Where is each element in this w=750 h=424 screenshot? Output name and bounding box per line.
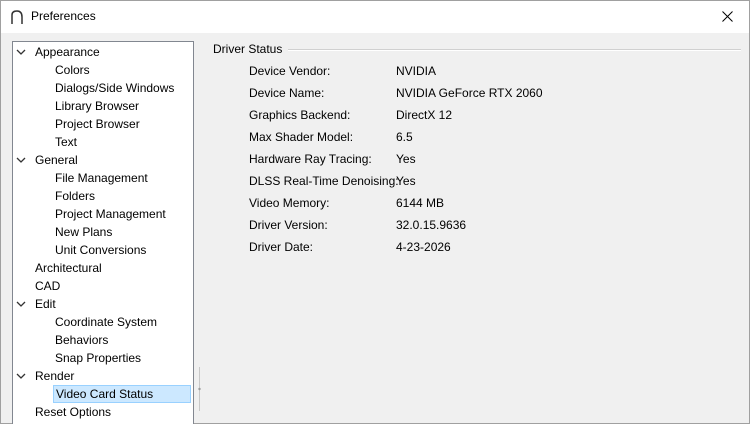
tree-item-label: File Management — [55, 171, 148, 185]
tree-item[interactable]: Coordinate System — [13, 313, 193, 331]
chevron-down-icon[interactable] — [16, 299, 26, 309]
tree-item[interactable]: Reset Options — [13, 403, 193, 421]
close-button[interactable] — [705, 1, 749, 32]
info-key: Graphics Backend: — [249, 108, 351, 122]
info-row: Device Vendor: NVIDIA — [249, 64, 739, 82]
app-icon — [11, 10, 23, 24]
tree-item-label: Project Browser — [55, 117, 140, 131]
tree-item-label: Project Management — [55, 207, 166, 221]
info-value: 4-23-2026 — [396, 240, 451, 254]
tree-item-label: Dialogs/Side Windows — [55, 81, 175, 95]
tree-item[interactable]: Colors — [13, 61, 193, 79]
chevron-down-icon[interactable] — [16, 371, 26, 381]
info-row: Device Name: NVIDIA GeForce RTX 2060 — [249, 86, 739, 104]
info-key: Device Vendor: — [249, 64, 331, 78]
info-row: Video Memory: 6144 MB — [249, 196, 739, 214]
info-value: 32.0.15.9636 — [396, 218, 467, 232]
info-value: NVIDIA GeForce RTX 2060 — [396, 86, 543, 100]
tree-item-label: Architectural — [35, 261, 102, 275]
info-row: DLSS Real-Time Denoising: Yes — [249, 174, 739, 192]
tree-item-label: Library Browser — [55, 99, 140, 113]
tree-item[interactable]: Project Management — [13, 205, 193, 223]
chevron-down-icon[interactable] — [16, 155, 26, 165]
info-key: Video Memory: — [249, 196, 330, 210]
tree-item[interactable]: Snap Properties — [13, 349, 193, 367]
category-tree[interactable]: Appearance Colors Dialogs/Side Windows Libr… — [12, 41, 194, 424]
splitter-grip[interactable] — [198, 367, 201, 411]
tree-item[interactable]: New Plans — [13, 223, 193, 241]
info-value: Yes — [396, 152, 416, 166]
tree-item-label: New Plans — [55, 225, 113, 239]
tree-item-label: Colors — [55, 63, 90, 77]
info-row: Driver Date: 4-23-2026 — [249, 240, 739, 258]
info-key: DLSS Real-Time Denoising: — [249, 174, 399, 188]
title-bar[interactable]: Preferences — [1, 1, 749, 33]
info-key: Driver Version: — [249, 218, 328, 232]
tree-item[interactable]: File Management — [13, 169, 193, 187]
tree-item[interactable]: Behaviors — [13, 331, 193, 349]
tree-item[interactable]: Dialogs/Side Windows — [13, 79, 193, 97]
tree-item-label: Coordinate System — [55, 315, 158, 329]
info-row: Max Shader Model: 6.5 — [249, 130, 739, 148]
tree-item[interactable]: Project Browser — [13, 115, 193, 133]
info-value: 6144 MB — [396, 196, 445, 210]
info-row: Hardware Ray Tracing: Yes — [249, 152, 739, 170]
info-key: Hardware Ray Tracing: — [249, 152, 372, 166]
tree-item-label: Reset Options — [35, 405, 112, 419]
tree-item-label: General — [35, 153, 78, 167]
info-value: 6.5 — [396, 130, 413, 144]
tree-item[interactable]: Video Card Status — [13, 385, 193, 403]
tree-item-label: Behaviors — [55, 333, 109, 347]
tree-item[interactable]: Appearance — [13, 43, 193, 61]
info-value: Yes — [396, 174, 416, 188]
tree-item-label: CAD — [35, 279, 61, 293]
info-value: NVIDIA — [396, 64, 437, 78]
tree-item[interactable]: Folders — [13, 187, 193, 205]
tree-item-label: Video Card Status — [53, 385, 191, 403]
info-key: Max Shader Model: — [249, 130, 354, 144]
tree-item-label: Unit Conversions — [55, 243, 147, 257]
info-row: Driver Version: 32.0.15.9636 — [249, 218, 739, 236]
preferences-window: Preferences Appearance Colors Dialogs/Side… — [0, 0, 750, 424]
tree-item[interactable]: Text — [13, 133, 193, 151]
tree-item-label: Text — [55, 135, 78, 149]
chevron-down-icon[interactable] — [16, 47, 26, 57]
tree-item-label: Folders — [55, 189, 96, 203]
close-icon — [721, 11, 733, 22]
tree-item[interactable]: Unit Conversions — [13, 241, 193, 259]
tree-item-label: Edit — [35, 297, 56, 311]
info-key: Driver Date: — [249, 240, 314, 254]
info-key: Device Name: — [249, 86, 325, 100]
section-divider — [288, 49, 741, 51]
info-value: DirectX 12 — [396, 108, 453, 122]
tree-item[interactable]: General — [13, 151, 193, 169]
tree-item-label: Appearance — [35, 45, 100, 59]
tree-item[interactable]: CAD — [13, 277, 193, 295]
tree-item[interactable]: Architectural — [13, 259, 193, 277]
window-title: Preferences — [31, 9, 96, 23]
info-row: Graphics Backend: DirectX 12 — [249, 108, 739, 126]
tree-item[interactable]: Edit — [13, 295, 193, 313]
section-title: Driver Status — [213, 42, 283, 56]
tree-item[interactable]: Library Browser — [13, 97, 193, 115]
tree-item-label: Snap Properties — [55, 351, 142, 365]
tree-item-label: Render — [35, 369, 75, 383]
tree-item[interactable]: Render — [13, 367, 193, 385]
